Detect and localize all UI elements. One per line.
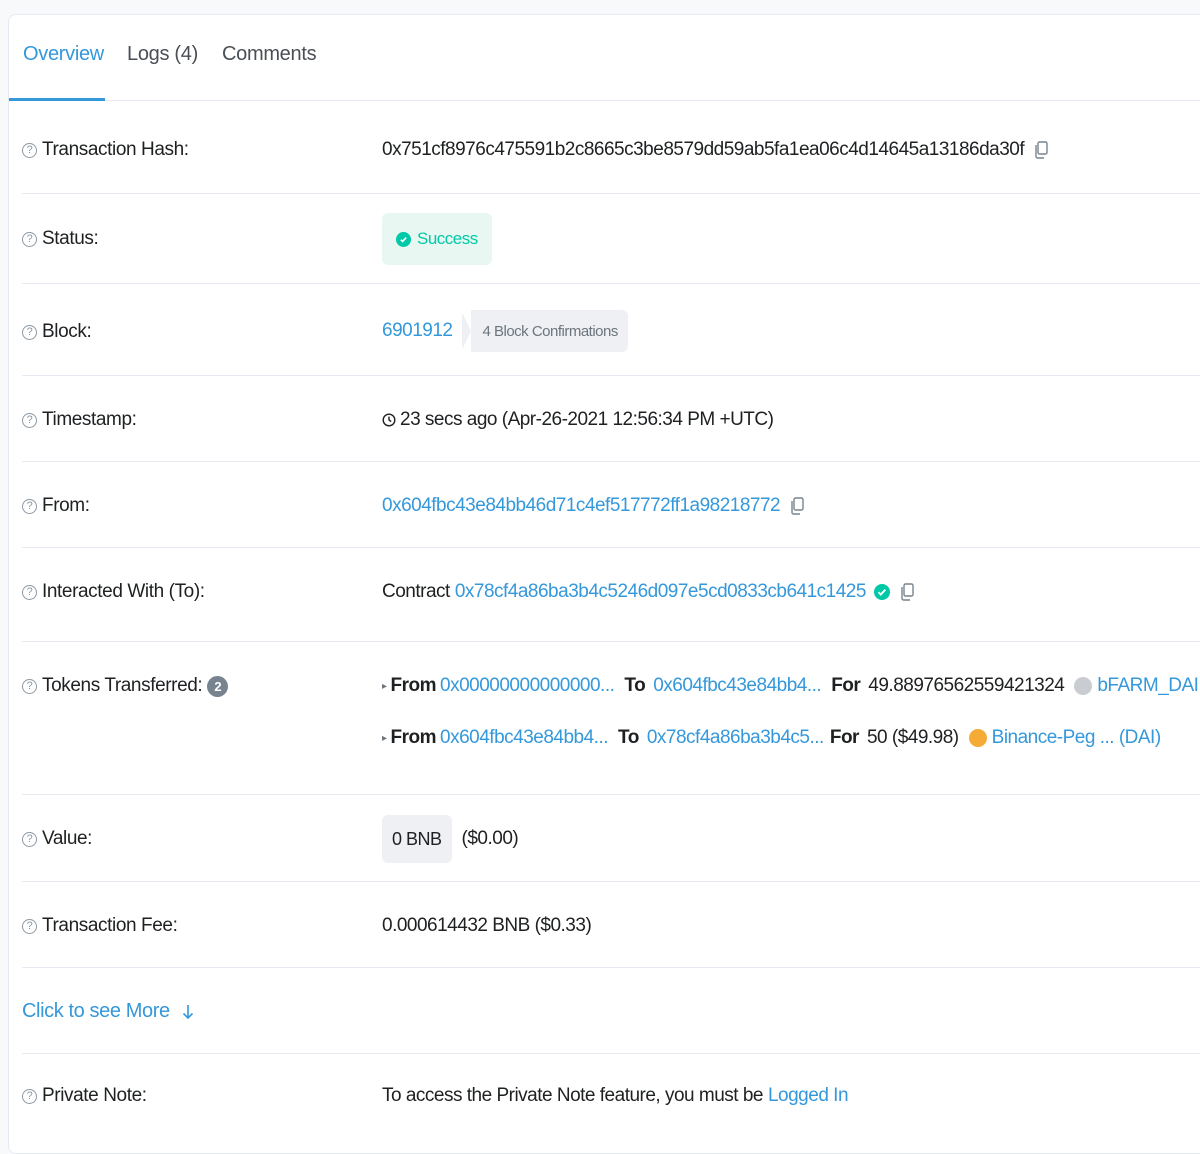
to-label: To — [618, 727, 639, 748]
row-label: Value: — [42, 828, 93, 849]
copy-icon[interactable] — [790, 497, 806, 515]
help-icon[interactable]: ? — [22, 324, 37, 340]
row-see-more: Click to see More — [22, 968, 1200, 1054]
transfer-to-link[interactable]: 0x78cf4a86ba3b4c5... — [647, 727, 825, 749]
row-transaction-fee: ? Transaction Fee: 0.000614432 BNB ($0.3… — [22, 882, 1200, 968]
contract-prefix: Contract — [382, 581, 450, 602]
row-private-note: ? Private Note: To access the Private No… — [22, 1054, 1200, 1140]
token-transfer-item: ▸ From 0x00000000000000... To 0x604fbc43… — [382, 675, 1200, 697]
help-icon[interactable]: ? — [22, 498, 37, 514]
value-badge: 0 BNB — [382, 815, 452, 863]
status-badge: Success — [382, 213, 492, 265]
tab-comments[interactable]: Comments — [222, 43, 317, 66]
transaction-fee-value: 0.000614432 BNB ($0.33) — [382, 915, 592, 936]
arrow-down-icon — [182, 1004, 194, 1020]
row-from: ? From: 0x604fbc43e84bb46d71c4ef517772ff… — [22, 462, 1200, 548]
tab-overview[interactable]: Overview — [23, 43, 104, 66]
clock-icon — [382, 413, 396, 427]
help-icon[interactable]: ? — [22, 584, 37, 600]
row-transaction-hash: ? Transaction Hash: 0x751cf8976c475591b2… — [22, 101, 1200, 194]
row-label: Block: — [42, 321, 92, 342]
see-more-link[interactable]: Click to see More — [22, 1000, 194, 1023]
help-icon[interactable]: ? — [22, 142, 37, 158]
caret-right-icon: ▸ — [382, 732, 387, 744]
row-label: Transaction Fee: — [42, 915, 178, 936]
transaction-hash-value: 0x751cf8976c475591b2c8665c3be8579dd59ab5… — [382, 139, 1025, 160]
transaction-details-card: Overview Logs (4) Comments ? Transaction… — [8, 14, 1200, 1154]
token-logo-icon — [968, 729, 987, 747]
block-number-link[interactable]: 6901912 — [382, 320, 453, 342]
help-icon[interactable]: ? — [22, 231, 37, 247]
row-label: From: — [42, 495, 90, 516]
from-label: From — [390, 675, 437, 696]
help-icon[interactable]: ? — [22, 678, 37, 694]
row-label: Tokens Transferred: — [42, 675, 203, 696]
transfer-from-link[interactable]: 0x00000000000000... — [440, 675, 615, 697]
help-icon[interactable]: ? — [22, 918, 37, 934]
row-block: ? Block: 6901912 4 Block Confirmations — [22, 284, 1200, 376]
row-label: Transaction Hash: — [42, 139, 189, 160]
token-name-link[interactable]: bFARM_DAI (bfDAI) — [1097, 675, 1200, 697]
row-interacted-with: ? Interacted With (To): Contract 0x78cf4… — [22, 548, 1200, 642]
status-text: Success — [417, 229, 478, 248]
transfer-to-link[interactable]: 0x604fbc43e84bb4... — [653, 675, 822, 697]
contract-address-link[interactable]: 0x78cf4a86ba3b4c5246d097e5cd0833cb641c14… — [455, 581, 867, 603]
copy-icon[interactable] — [1034, 141, 1050, 159]
value-usd: ($0.00) — [461, 828, 519, 849]
token-logo-icon — [1074, 677, 1093, 695]
help-icon[interactable]: ? — [22, 831, 37, 847]
tab-logs[interactable]: Logs (4) — [127, 43, 198, 66]
private-note-text: To access the Private Note feature, you … — [382, 1085, 763, 1106]
caret-right-icon: ▸ — [382, 680, 387, 692]
check-circle-icon — [396, 231, 411, 247]
help-icon[interactable]: ? — [22, 1088, 37, 1104]
logged-in-link[interactable]: Logged In — [768, 1085, 849, 1107]
row-status: ? Status: Success — [22, 194, 1200, 284]
from-label: From — [390, 727, 437, 748]
row-tokens-transferred: ? Tokens Transferred: 2 ▸ From 0x0000000… — [22, 642, 1200, 795]
row-label: Interacted With (To): — [42, 581, 205, 602]
token-count-badge: 2 — [207, 675, 229, 697]
verified-check-icon — [873, 584, 890, 600]
row-label: Timestamp: — [42, 409, 137, 430]
row-timestamp: ? Timestamp: 23 secs ago (Apr-26-2021 12… — [22, 376, 1200, 462]
block-confirmations-badge: 4 Block Confirmations — [461, 310, 628, 352]
to-label: To — [624, 675, 646, 696]
help-icon[interactable]: ? — [22, 412, 37, 428]
tab-bar: Overview Logs (4) Comments — [9, 15, 1200, 101]
row-label: Private Note: — [42, 1085, 147, 1106]
transfer-from-link[interactable]: 0x604fbc43e84bb4... — [440, 727, 609, 749]
transfer-amount: 49.889765625594213​24 — [868, 675, 1065, 696]
token-transfer-item: ▸ From 0x604fbc43e84bb4... To 0x78cf4a86… — [382, 727, 1161, 749]
from-address-link[interactable]: 0x604fbc43e84bb46d71c4ef517772ff1a982187… — [382, 495, 781, 517]
timestamp-value: 23 secs ago (Apr-26-2021 12:56:34 PM +UT… — [400, 409, 774, 430]
transfer-amount: 50 ($49.98) — [866, 727, 959, 748]
for-label: For — [829, 727, 860, 748]
row-label: Status: — [42, 228, 99, 249]
row-value: ? Value: 0 BNB ($0.00) — [22, 795, 1200, 882]
token-name-link[interactable]: Binance-Peg ... (DAI) — [992, 727, 1162, 749]
see-more-label: Click to see More — [22, 1000, 170, 1022]
copy-icon[interactable] — [900, 583, 916, 601]
for-label: For — [831, 675, 861, 696]
